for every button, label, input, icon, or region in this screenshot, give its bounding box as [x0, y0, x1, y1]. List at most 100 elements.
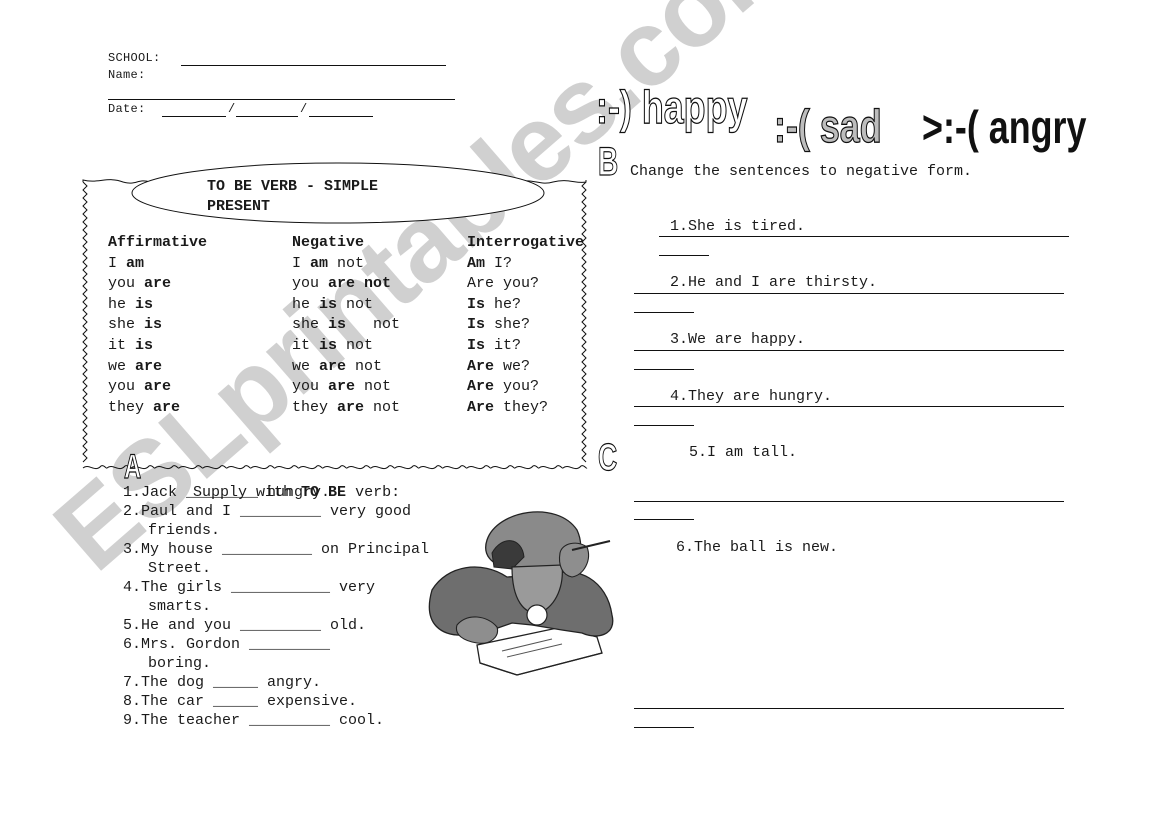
verb-text: is	[135, 295, 154, 313]
item-number: 1.	[670, 218, 689, 235]
title-line-2: PRESENT	[207, 198, 271, 215]
name-label: Name:	[108, 68, 146, 82]
date-day-field[interactable]	[162, 116, 226, 117]
suffix-text: we?	[494, 357, 531, 375]
item-number: 5.	[689, 444, 708, 461]
answer-line[interactable]	[634, 293, 1064, 294]
answer-line[interactable]	[634, 519, 694, 520]
item-number: 9.	[123, 712, 142, 729]
conjugation-cell: I am	[108, 254, 207, 275]
answer-line[interactable]	[634, 425, 694, 426]
section-a-item: 1.Jack ________ hungry.	[123, 483, 429, 502]
item-number: 6.	[123, 636, 142, 653]
answer-line[interactable]	[634, 350, 1064, 351]
suffix-text: he?	[485, 295, 522, 313]
item-text: They are hungry.	[688, 388, 833, 405]
pronoun-text: you	[108, 378, 145, 396]
item-text: The teacher _________ cool.	[141, 712, 385, 729]
conjugation-cell: Is it?	[467, 336, 584, 357]
section-a-item: 4.The girls ___________ very	[123, 578, 429, 597]
school-field[interactable]	[181, 65, 446, 66]
item-text: My house __________ on Principal	[141, 541, 430, 558]
verb-text: are	[135, 357, 163, 375]
suffix-text: not	[337, 336, 374, 354]
item-number: 8.	[123, 693, 142, 710]
answer-line[interactable]	[659, 255, 709, 256]
section-b-item: 5.I am tall.	[653, 427, 797, 478]
section-b-letter: B	[598, 139, 619, 184]
conjugation-cell: Are you?	[467, 274, 584, 295]
verb-text: Are	[467, 357, 495, 375]
section-b-instruction: Change the sentences to negative form.	[630, 163, 973, 180]
pronoun-text: he	[108, 295, 136, 313]
pronoun-text: she	[108, 316, 145, 334]
conjugation-cell: it is	[108, 336, 207, 357]
suffix-text: they?	[494, 398, 549, 416]
answer-line[interactable]	[634, 406, 1064, 407]
answer-line[interactable]	[634, 708, 1064, 709]
item-number: 2.	[123, 503, 142, 520]
name-field[interactable]	[108, 99, 455, 100]
item-number: 6.	[676, 539, 695, 556]
verb-text: am	[310, 254, 329, 272]
pronoun-text: they	[108, 398, 154, 416]
section-a-item: 3.My house __________ on Principal	[123, 540, 429, 559]
conjugation-cell: Are you?	[467, 377, 584, 398]
suffix-text: not	[328, 254, 365, 272]
pronoun-text: you	[292, 275, 329, 293]
column-header: Affirmative	[108, 234, 208, 251]
verb-text: Am	[467, 254, 486, 272]
item-text: He and you _________ old.	[141, 617, 367, 634]
section-a-item: 6.Mrs. Gordon _________	[123, 635, 429, 654]
item-text: The dog _____ angry.	[141, 674, 322, 691]
verb-text: Are	[467, 378, 495, 396]
item-text: He and I are thirsty.	[688, 274, 878, 291]
section-a-item: 8.The car _____ expensive.	[123, 692, 429, 711]
answer-line[interactable]	[634, 312, 694, 313]
answer-line[interactable]	[634, 501, 1064, 502]
conjugation-cell: Is he?	[467, 295, 584, 316]
item-text: Mrs. Gordon _________	[141, 636, 331, 653]
suffix-text: it?	[485, 336, 522, 354]
answer-line[interactable]	[634, 727, 694, 728]
negative-column: Negative I am not you are not he is not she…	[292, 233, 400, 418]
interrogative-column: Interrogative Am I? Are you? Is he? Is she?…	[467, 233, 584, 418]
pronoun-text: we	[108, 357, 136, 375]
column-header: Interrogative	[467, 234, 585, 251]
verb-text: are	[144, 275, 172, 293]
answer-line[interactable]	[659, 236, 1069, 237]
verb-text: are	[319, 357, 347, 375]
conjugation-cell: he is not	[292, 295, 400, 316]
conjugation-cell: they are	[108, 398, 207, 419]
conjugation-cell: you are	[108, 377, 207, 398]
item-text-continued: smarts.	[148, 598, 212, 615]
item-text: Jack ________ hungry.	[141, 484, 331, 501]
date-separator: /	[300, 102, 308, 116]
verb-text: is	[135, 336, 154, 354]
answer-line[interactable]	[634, 369, 694, 370]
item-number: 7.	[123, 674, 142, 691]
title-line-1: TO BE VERB - SIMPLE	[207, 178, 379, 195]
affirmative-column: Affirmative I am you are he is she is it is w…	[108, 233, 207, 418]
item-text: The ball is new.	[694, 539, 839, 556]
school-label: SCHOOL:	[108, 51, 161, 65]
conjugation-cell: Is she?	[467, 315, 584, 336]
pronoun-text: he	[292, 295, 320, 313]
item-text-continued: friends.	[148, 522, 221, 539]
item-number: 3.	[123, 541, 142, 558]
verb-text: Is	[467, 295, 486, 313]
verb-text: are	[328, 378, 356, 396]
pronoun-text: you	[108, 275, 145, 293]
pronoun-text: we	[292, 357, 320, 375]
grammar-box-title: TO BE VERB - SIMPLE PRESENT	[207, 177, 378, 217]
pronoun-text: it	[292, 336, 320, 354]
conjugation-cell: you are not	[292, 377, 400, 398]
date-year-field[interactable]	[309, 116, 373, 117]
date-month-field[interactable]	[236, 116, 298, 117]
section-a-letter: A	[124, 447, 142, 486]
section-b-item: 6.The ball is new.	[640, 522, 838, 573]
emoticon-angry: >:-( angry	[922, 101, 1087, 153]
verb-text: Is	[467, 336, 486, 354]
verb-text: is	[144, 316, 163, 334]
pronoun-text: she	[292, 316, 329, 334]
